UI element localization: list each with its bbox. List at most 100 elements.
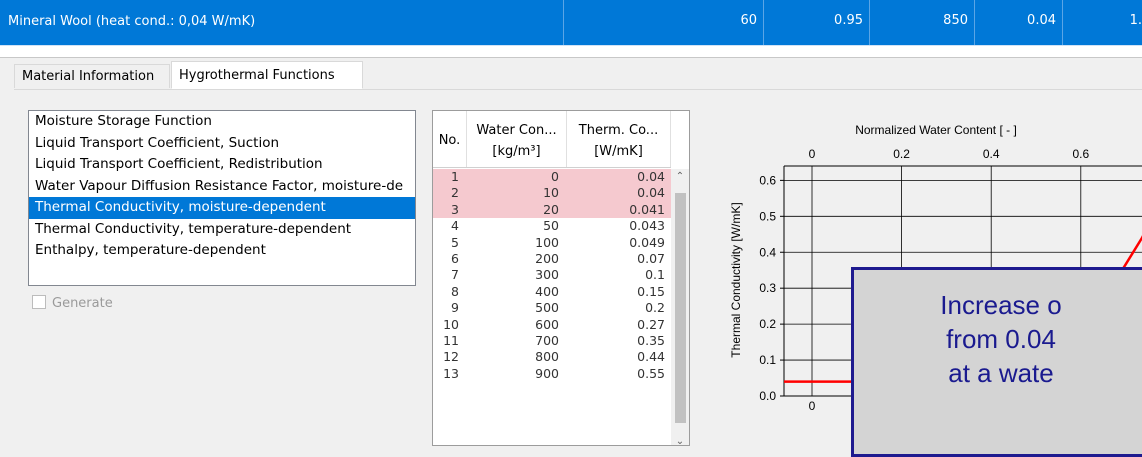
material-cell-2: 0.95 bbox=[763, 0, 869, 45]
table-row[interactable]: 11 700 0.35 bbox=[433, 333, 671, 349]
function-table[interactable]: No. Water Con... [kg/m³] Therm. Co... [W… bbox=[432, 110, 690, 446]
row-number: 12 bbox=[443, 349, 459, 365]
thermal-conductivity-cell[interactable]: 0.07 bbox=[567, 251, 671, 267]
water-content-cell[interactable]: 300 bbox=[467, 267, 567, 283]
row-number: 7 bbox=[451, 267, 459, 283]
table-row[interactable]: 4 50 0.043 bbox=[433, 218, 671, 234]
chart-top-tick-label: 0.4 bbox=[983, 147, 1000, 161]
water-content-cell[interactable]: 100 bbox=[467, 235, 567, 251]
table-row[interactable]: 7 300 0.1 bbox=[433, 267, 671, 283]
water-content-cell[interactable]: 900 bbox=[467, 366, 567, 382]
column-header-therm-unit: [W/mK] bbox=[594, 144, 643, 159]
thermal-conductivity-cell[interactable]: 0.15 bbox=[567, 284, 671, 300]
material-row-selected[interactable]: Mineral Wool (heat cond.: 0,04 W/mK) 60 … bbox=[0, 0, 1142, 46]
water-content-cell[interactable]: 600 bbox=[467, 317, 567, 333]
function-item-enthalpy[interactable]: Enthalpy, temperature-dependent bbox=[29, 240, 415, 262]
table-row[interactable]: 6 200 0.07 bbox=[433, 251, 671, 267]
callout-line-2: from 0.04 bbox=[946, 324, 1056, 354]
callout-line-1: Increase o bbox=[940, 290, 1062, 320]
water-content-cell[interactable]: 500 bbox=[467, 300, 567, 316]
material-cell-1: 60 bbox=[563, 0, 763, 45]
thermal-conductivity-cell[interactable]: 0.04 bbox=[567, 169, 671, 185]
water-content-cell[interactable]: 10 bbox=[467, 185, 567, 201]
row-number: 10 bbox=[443, 316, 459, 332]
chart-y-tick-label: 0.3 bbox=[759, 281, 776, 295]
thermal-conductivity-cell[interactable]: 0.1 bbox=[567, 267, 671, 283]
water-content-cell[interactable]: 800 bbox=[467, 349, 567, 365]
scroll-down-icon[interactable]: ⌄ bbox=[671, 436, 689, 445]
function-item-vapour-diffusion[interactable]: Water Vapour Diffusion Resistance Factor… bbox=[29, 176, 415, 198]
chart-y-tick-label: 0.5 bbox=[759, 209, 776, 223]
water-content-cell[interactable]: 400 bbox=[467, 284, 567, 300]
thermal-conductivity-cell[interactable]: 0.04 bbox=[567, 185, 671, 201]
chart-y-tick-label: 0.2 bbox=[759, 317, 776, 331]
table-row[interactable]: 13 900 0.55 bbox=[433, 366, 671, 382]
row-number: 8 bbox=[451, 283, 459, 299]
table-header: No. Water Con... [kg/m³] Therm. Co... [W… bbox=[433, 111, 671, 168]
water-content-cell[interactable]: 50 bbox=[467, 218, 567, 234]
annotation-callout: Increase o from 0.04 at a wate bbox=[851, 267, 1142, 457]
checkbox-box[interactable] bbox=[32, 295, 46, 309]
function-list[interactable]: Moisture Storage Function Liquid Transpo… bbox=[28, 110, 416, 286]
row-number: 3 bbox=[451, 201, 459, 217]
table-row[interactable]: 3 20 0.041 bbox=[433, 201, 671, 219]
chart-top-axis-label: Normalized Water Content [ - ] bbox=[855, 123, 1017, 137]
row-number: 4 bbox=[451, 218, 459, 234]
table-row[interactable]: 10 600 0.27 bbox=[433, 317, 671, 333]
chart-y-tick-label: 0.0 bbox=[759, 389, 776, 403]
tab-hygrothermal-functions[interactable]: Hygrothermal Functions bbox=[171, 61, 363, 89]
scrollbar-thumb[interactable] bbox=[675, 193, 686, 423]
generate-label: Generate bbox=[52, 296, 113, 311]
row-number: 6 bbox=[451, 251, 459, 266]
row-number: 1 bbox=[451, 169, 459, 184]
scroll-up-icon[interactable]: ⌃ bbox=[671, 171, 689, 182]
water-content-cell[interactable]: 700 bbox=[467, 333, 567, 349]
thermal-conductivity-cell[interactable]: 0.35 bbox=[567, 333, 671, 349]
chart-y-axis-label: Thermal Conductivity [W/mK] bbox=[729, 202, 743, 357]
table-row[interactable]: 2 10 0.04 bbox=[433, 185, 671, 202]
row-number: 2 bbox=[451, 185, 459, 201]
thermal-conductivity-cell[interactable]: 0.44 bbox=[567, 349, 671, 365]
column-header-thermal-conductivity[interactable]: Therm. Co... [W/mK] bbox=[567, 111, 671, 167]
table-row[interactable]: 5 100 0.049 bbox=[433, 235, 671, 251]
column-header-water-line1: Water Con... bbox=[476, 123, 557, 138]
table-row[interactable]: 9 500 0.2 bbox=[433, 300, 671, 316]
row-divider bbox=[0, 46, 1142, 58]
thermal-conductivity-cell[interactable]: 0.041 bbox=[567, 202, 671, 218]
thermal-conductivity-cell[interactable]: 0.55 bbox=[567, 366, 671, 382]
function-item-liquid-redistribution[interactable]: Liquid Transport Coefficient, Redistribu… bbox=[29, 154, 415, 176]
material-cell-5: 1. bbox=[1062, 0, 1142, 45]
row-number: 13 bbox=[443, 365, 459, 381]
material-cell-4: 0.04 bbox=[974, 0, 1062, 45]
thermal-conductivity-cell[interactable]: 0.043 bbox=[567, 218, 671, 234]
water-content-cell[interactable]: 0 bbox=[467, 169, 567, 185]
function-item-liquid-suction[interactable]: Liquid Transport Coefficient, Suction bbox=[29, 133, 415, 155]
column-header-no-label: No. bbox=[438, 133, 461, 148]
chart-top-tick-label: 0.6 bbox=[1072, 147, 1089, 161]
thermal-conductivity-cell[interactable]: 0.2 bbox=[567, 300, 671, 316]
table-scrollbar[interactable]: ⌃ ⌄ bbox=[671, 169, 689, 445]
water-content-cell[interactable]: 20 bbox=[467, 202, 567, 218]
row-number: 9 bbox=[451, 300, 459, 316]
row-number: 5 bbox=[451, 234, 459, 250]
material-cell-3: 850 bbox=[869, 0, 974, 45]
function-item-thermal-moisture[interactable]: Thermal Conductivity, moisture-dependent bbox=[29, 197, 415, 219]
chart-top-tick-label: 0 bbox=[809, 147, 816, 161]
column-header-water-content[interactable]: Water Con... [kg/m³] bbox=[467, 111, 567, 167]
tab-bar: Material Information Hygrothermal Functi… bbox=[0, 58, 1142, 89]
chart-top-tick-label: 0.2 bbox=[893, 147, 910, 161]
function-item-thermal-temperature[interactable]: Thermal Conductivity, temperature-depend… bbox=[29, 219, 415, 241]
table-row[interactable]: 8 400 0.15 bbox=[433, 284, 671, 300]
water-content-cell[interactable]: 200 bbox=[467, 251, 567, 267]
function-item-moisture-storage[interactable]: Moisture Storage Function bbox=[29, 111, 415, 133]
generate-checkbox[interactable]: Generate bbox=[32, 295, 113, 311]
thermal-conductivity-cell[interactable]: 0.049 bbox=[567, 235, 671, 251]
column-header-therm-line1: Therm. Co... bbox=[578, 123, 659, 138]
chart-y-tick-label: 0.1 bbox=[759, 353, 776, 367]
callout-line-3: at a wate bbox=[948, 358, 1054, 388]
tab-material-information[interactable]: Material Information bbox=[14, 64, 170, 88]
thermal-conductivity-cell[interactable]: 0.27 bbox=[567, 317, 671, 333]
table-row[interactable]: 12 800 0.44 bbox=[433, 349, 671, 365]
column-header-no[interactable]: No. bbox=[433, 111, 467, 167]
table-row[interactable]: 1 0 0.04 bbox=[433, 169, 671, 186]
